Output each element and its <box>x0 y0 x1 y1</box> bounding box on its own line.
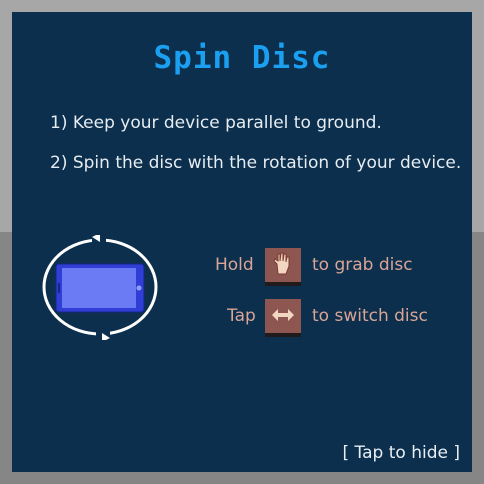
tap-to-hide-button[interactable]: [ Tap to hide ] <box>343 443 460 463</box>
hand-icon <box>272 250 294 280</box>
hold-button[interactable] <box>265 248 301 286</box>
tap-button[interactable] <box>265 299 301 337</box>
hold-description: to grab disc <box>312 255 413 275</box>
help-panel: Spin Disc 1) Keep your device parallel t… <box>12 12 472 472</box>
control-row-hold: Hold to grab disc <box>212 248 432 286</box>
instruction-2: 2) Spin the disc with the rotation of yo… <box>50 153 462 173</box>
control-row-tap: Tap to switch disc <box>212 299 442 337</box>
rotating-device-icon <box>42 235 158 340</box>
instruction-1: 1) Keep your device parallel to ground. <box>50 113 382 133</box>
tap-description: to switch disc <box>312 306 428 326</box>
panel-title: Spin Disc <box>153 40 331 76</box>
hold-label: Hold <box>215 255 254 275</box>
double-arrow-icon <box>272 307 294 326</box>
tap-label: Tap <box>227 306 256 326</box>
